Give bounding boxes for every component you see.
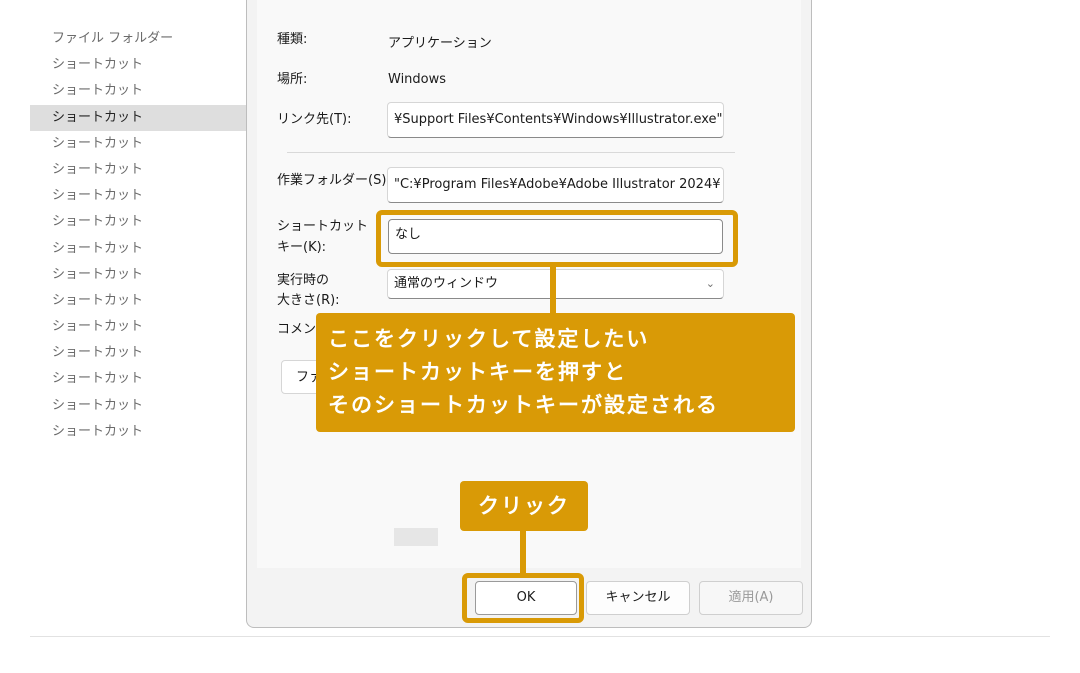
list-item-shortcut[interactable]: ショートカット <box>30 52 247 78</box>
list-item-shortcut[interactable]: ショートカット <box>30 131 247 157</box>
list-item-shortcut[interactable]: ショートカット <box>30 314 247 340</box>
list-item-shortcut[interactable]: ショートカット <box>30 157 247 183</box>
callout-line-1: ここをクリックして設定したい <box>328 327 650 351</box>
location-label: 場所: <box>277 72 308 87</box>
click-connector-line <box>520 530 526 574</box>
location-value: Windows <box>388 72 447 87</box>
run-label-line2: 大きさ(R): <box>277 293 340 308</box>
list-item-shortcut[interactable]: ショートカット <box>30 340 247 366</box>
shortcut-key-label-line1: ショートカット <box>277 219 369 234</box>
list-item-shortcut[interactable]: ショートカット <box>30 262 247 288</box>
callout-line-3: そのショートカットキーが設定される <box>328 393 719 417</box>
shortcut-key-label-line2: キー(K): <box>277 240 327 255</box>
list-item-shortcut[interactable]: ショートカット <box>30 104 247 131</box>
apply-button[interactable]: 適用(A) <box>699 581 803 615</box>
list-item-shortcut[interactable]: ショートカット <box>30 393 247 419</box>
type-label: 種類: <box>277 32 308 47</box>
section-divider <box>287 152 735 153</box>
list-item-shortcut[interactable]: ショートカット <box>30 288 247 314</box>
callout-connector-line <box>550 266 556 314</box>
instruction-callout: ここをクリックして設定したい ショートカットキーを押すと そのショートカットキー… <box>316 313 795 432</box>
list-item-shortcut[interactable]: ショートカット <box>30 366 247 392</box>
list-item-shortcut[interactable]: ショートカット <box>30 209 247 235</box>
chevron-down-icon: ⌄ <box>705 277 715 290</box>
hidden-control <box>394 528 438 546</box>
cancel-button[interactable]: キャンセル <box>586 581 690 615</box>
list-item-folder[interactable]: ファイル フォルダー <box>30 26 247 52</box>
list-item-shortcut[interactable]: ショートカット <box>30 183 247 209</box>
ok-button-highlight <box>462 573 584 623</box>
type-value: アプリケーション <box>388 36 492 51</box>
workdir-label: 作業フォルダー(S): <box>277 173 391 188</box>
target-label: リンク先(T): <box>277 112 352 127</box>
list-item-shortcut[interactable]: ショートカット <box>30 236 247 262</box>
file-list: ファイル フォルダー ショートカット ショートカット ショートカット ショートカット ショ… <box>30 26 247 445</box>
shortcut-field-highlight <box>376 210 738 267</box>
workdir-field[interactable]: "C:¥Program Files¥Adobe¥Adobe Illustrato… <box>387 167 724 203</box>
list-item-shortcut[interactable]: ショートカット <box>30 419 247 445</box>
run-label-line1: 実行時の <box>277 273 330 288</box>
click-callout: クリック <box>460 481 588 531</box>
list-bottom-divider <box>30 636 1050 637</box>
run-size-value: 通常のウィンドウ <box>394 276 499 291</box>
callout-line-2: ショートカットキーを押すと <box>328 360 627 384</box>
target-field[interactable]: ¥Support Files¥Contents¥Windows¥Illustra… <box>387 102 724 138</box>
list-item-shortcut[interactable]: ショートカット <box>30 78 247 104</box>
